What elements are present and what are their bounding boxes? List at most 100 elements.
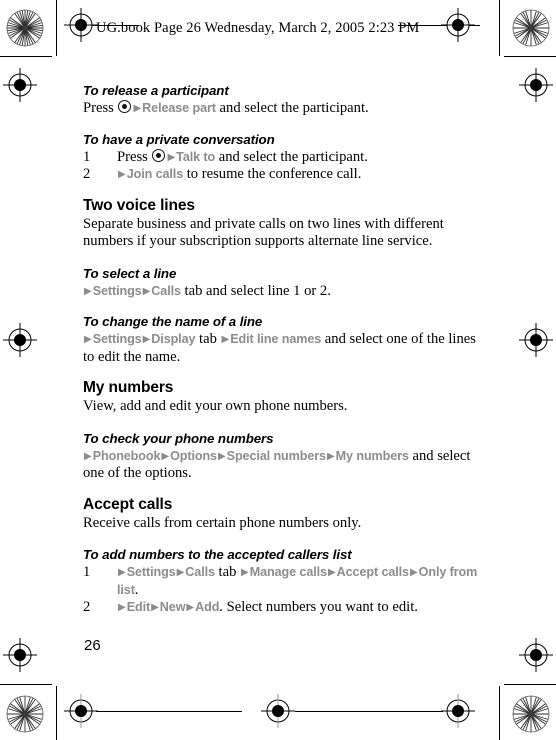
text-suffix: and select the participant. [215,100,369,116]
menu-item-talk-to: Talk to [176,149,216,164]
list-item: 1 ▶Settings▶Calls tab ▶Manage calls▶Accep… [83,564,483,599]
heading-two-voice-lines: Two voice lines [83,196,195,214]
paragraph-check-phone-numbers: ▶Phonebook▶Options▶Special numbers▶My nu… [83,448,483,483]
numbered-list-private-conversation: 1 Press ▶Talk to and select the participa… [83,148,483,184]
joystick-select-icon [118,100,132,113]
joystick-select-icon [152,148,166,162]
heading-private-conversation: To have a private conversation [83,131,275,147]
list-number: 1 [83,148,91,165]
crop-rule [0,684,52,685]
bottom-rule [295,711,443,712]
list-number: 2 [83,599,91,615]
heading-select-a-line: To select a line [83,265,177,281]
text-suffix: tab and select line 1 or 2. [180,282,331,299]
heading-add-accepted-callers: To add numbers to the accepted callers l… [83,547,352,562]
section-release-participant: To release a participant Press ▶Release … [83,82,483,118]
section-select-a-line: To select a line ▶Settings▶Calls tab and… [83,265,483,301]
heading-accept-calls: Accept calls [83,495,173,513]
crop-rule [56,686,57,740]
menu-arrow-icon: ▶ [221,334,230,345]
crop-rule [499,686,500,740]
menu-arrow-icon: ▶ [118,602,126,613]
registration-crosshair-icon [3,323,37,357]
text-suffix: and select the participant. [215,148,368,165]
paragraph-two-voice-lines: Separate business and private calls on t… [83,215,444,250]
menu-item-manage-calls: Manage calls [249,565,327,579]
starburst-test-pattern-icon [6,695,44,733]
menu-item-accept-calls: Accept calls [336,565,409,579]
registration-crosshair-icon [519,323,553,357]
menu-item-settings: Settings [126,565,176,579]
page-header-text: UG.book Page 26 Wednesday, March 2, 2005… [96,20,420,36]
text-prefix: Press [117,148,152,165]
crop-rule [56,0,57,56]
registration-crosshair-icon [261,694,295,728]
registration-crosshair-icon [519,68,553,102]
menu-arrow-icon: ▶ [241,567,249,578]
list-item: 1 Press ▶Talk to and select the participa… [83,148,483,167]
paragraph-accept-calls: Receive calls from certain phone numbers… [83,514,362,531]
heading-release-participant: To release a participant [83,83,229,98]
menu-arrow-icon: ▶ [84,450,92,462]
menu-item-display: Display [151,332,196,346]
paragraph-select-a-line: ▶Settings▶Calls tab and select line 1 or… [83,283,483,301]
heading-check-phone-numbers: To check your phone numbers [83,430,274,446]
menu-item-calls: Calls [151,283,181,298]
crop-rule [499,0,500,56]
section-accept-calls: Accept calls Receive calls from certain … [83,496,483,533]
section-two-voice-lines: Two voice lines Separate business and pr… [83,197,483,251]
menu-item-my-numbers: My numbers [335,448,409,463]
menu-item-special-numbers: Special numbers [226,448,326,463]
text-suffix: . [134,581,139,598]
crop-rule [0,56,52,57]
menu-item-edit: Edit [126,600,151,614]
text-mid: tab [195,331,221,347]
menu-item-release-part: Release part [142,101,216,115]
menu-arrow-icon: ▶ [84,285,92,297]
list-number: 2 [83,166,91,182]
menu-arrow-icon: ▶ [326,450,335,462]
section-change-line-name: To change the name of a line ▶Settings▶D… [83,313,483,366]
text-mid: tab [214,564,241,580]
text-prefix: Press [83,100,118,116]
menu-arrow-icon: ▶ [409,567,418,578]
menu-arrow-icon: ▶ [118,567,126,578]
heading-change-line-name: To change the name of a line [83,314,263,329]
menu-arrow-icon: ▶ [133,103,142,114]
menu-item-settings: Settings [92,332,142,346]
menu-item-add: Add [195,600,220,614]
menu-arrow-icon: ▶ [167,151,176,163]
menu-arrow-icon: ▶ [217,450,226,462]
menu-arrow-icon: ▶ [84,334,92,345]
menu-item-settings: Settings [92,283,142,298]
menu-item-options: Options [170,448,217,463]
menu-item-edit-line-names: Edit line names [230,332,322,346]
menu-arrow-icon: ▶ [186,602,195,613]
numbered-list-add-accepted-callers: 1 ▶Settings▶Calls tab ▶Manage calls▶Accep… [83,564,483,617]
section-add-accepted-callers: To add numbers to the accepted callers l… [83,546,483,617]
heading-my-numbers: My numbers [83,379,174,396]
menu-arrow-icon: ▶ [176,567,185,578]
list-item: 2 ▶Edit▶New▶Add. Select numbers you want … [83,599,483,617]
list-number: 1 [83,564,91,580]
list-item: 2 ▶Join calls to resume the conference ca… [83,166,483,184]
registration-crosshair-icon [3,638,37,672]
menu-arrow-icon: ▶ [161,450,170,462]
registration-crosshair-icon [441,694,475,728]
starburst-test-pattern-icon [6,9,44,47]
menu-arrow-icon: ▶ [151,602,159,613]
menu-item-calls: Calls [185,565,215,579]
bottom-rule [96,711,242,712]
menu-arrow-icon: ▶ [142,334,151,345]
registration-crosshair-icon [519,638,553,672]
paragraph-release-participant: Press ▶Release part and select the parti… [83,100,483,118]
menu-item-join-calls: Join calls [126,167,184,181]
section-my-numbers: My numbers View, add and edit your own p… [83,379,483,416]
crop-rule [504,684,556,685]
text-suffix: . Select numbers you want to edit. [219,599,418,615]
section-private-conversation: To have a private conversation 1 Press ▶T… [83,131,483,184]
section-check-phone-numbers: To check your phone numbers ▶Phonebook▶O… [83,430,483,483]
starburst-test-pattern-icon [512,695,550,733]
paragraph-change-line-name: ▶Settings▶Display tab ▶Edit line names a… [83,331,483,366]
document-content: To release a participant Press ▶Release … [83,82,483,617]
